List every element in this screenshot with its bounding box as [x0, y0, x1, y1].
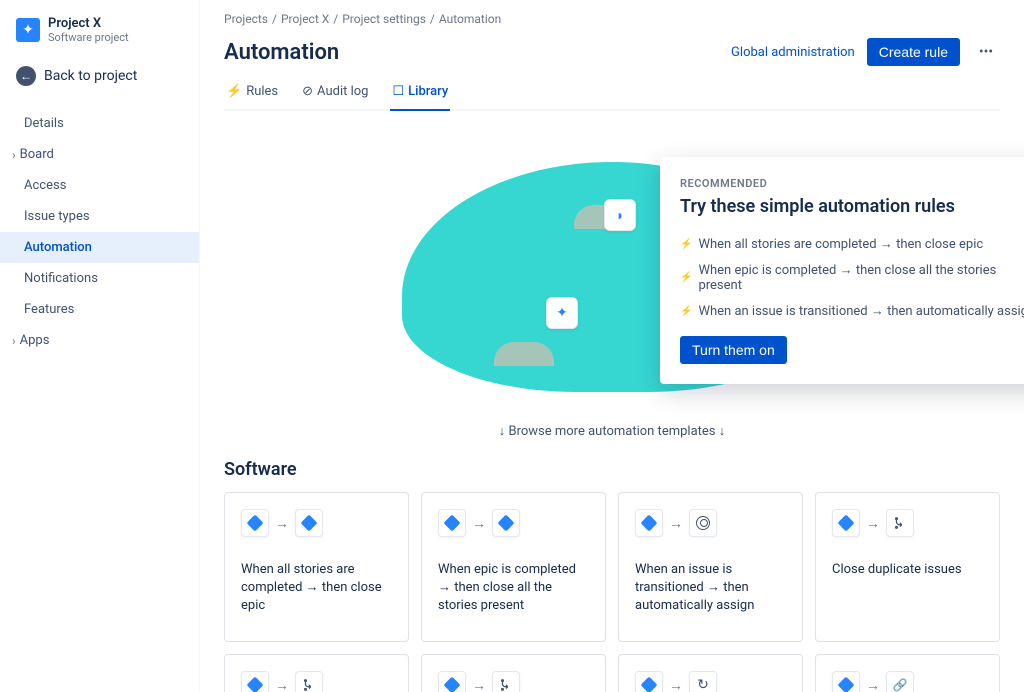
hero-rule-item: ⚡When epic is completed → then close all…	[680, 257, 1024, 298]
main: Projects/Project X/Project settings/Auto…	[200, 0, 1024, 692]
project-name: Project X	[48, 16, 129, 31]
audit-log-tab-icon: ⊘	[302, 84, 313, 99]
arrow-icon: →	[275, 677, 289, 692]
diamond-icon	[635, 509, 663, 537]
rules-tab-icon: ⚡	[226, 84, 242, 99]
back-label: Back to project	[44, 68, 137, 84]
template-card[interactable]: →🔗Link issues that are mentioned in the …	[815, 654, 1000, 692]
person-icon	[689, 509, 717, 537]
template-card[interactable]: →When parent is done → move all sub-task…	[421, 654, 606, 692]
project-type: Software project	[48, 31, 129, 44]
branch-icon	[492, 671, 520, 692]
nav-list: DetailsBoardAccessIssue typesAutomationN…	[0, 108, 199, 356]
diamond-icon	[241, 671, 269, 692]
diamond-icon	[492, 509, 520, 537]
lightning-icon: ⚡	[680, 239, 692, 250]
breadcrumb-item: Automation	[439, 12, 501, 26]
library-tab-icon: ☐	[392, 84, 404, 99]
hero-title: Try these simple automation rules	[680, 196, 1024, 217]
breadcrumb-item[interactable]: Project X	[281, 12, 329, 26]
page-title: Automation	[224, 40, 339, 65]
hero-rule-item: ⚡When an issue is transitioned → then au…	[680, 298, 1024, 324]
template-card[interactable]: →When all sub-tasks are done → move pare…	[224, 654, 409, 692]
project-header: ✦ Project X Software project	[0, 8, 199, 52]
sidebar-item-issue-types[interactable]: Issue types	[0, 201, 199, 232]
global-administration-link[interactable]: Global administration	[731, 45, 855, 60]
template-card-text: When an issue is transitioned → then aut…	[635, 561, 786, 616]
hero-card: RECOMMENDED Try these simple automation …	[660, 157, 1024, 384]
tab-library[interactable]: ☐Library	[390, 78, 450, 111]
diamond-icon	[241, 509, 269, 537]
refresh-icon: ↻	[689, 671, 717, 692]
branch-icon	[886, 509, 914, 537]
arrow-icon: →	[472, 677, 486, 692]
arrow-icon: →	[866, 515, 880, 532]
template-card[interactable]: → When all stories are completed → then c…	[224, 492, 409, 642]
diamond-icon	[635, 671, 663, 692]
hero-list: ⚡When all stories are completed → then c…	[680, 231, 1024, 324]
sidebar-item-features[interactable]: Features	[0, 294, 199, 325]
page-header: Automation Global administration Create …	[224, 38, 1000, 66]
section-title: Software	[224, 459, 1000, 480]
diamond-icon	[438, 509, 466, 537]
template-card[interactable]: → Close duplicate issues	[815, 492, 1000, 642]
arrow-icon: →	[275, 515, 289, 532]
back-to-project[interactable]: ← Back to project	[0, 52, 199, 100]
arrow-icon: →	[669, 677, 683, 692]
tab-audit-log[interactable]: ⊘Audit log	[300, 78, 370, 111]
tabs: ⚡Rules ⊘Audit log ☐Library	[224, 78, 1000, 111]
hero-label: RECOMMENDED	[680, 177, 1024, 190]
create-rule-button[interactable]: Create rule	[867, 38, 960, 66]
template-card-text: When all stories are completed → then cl…	[241, 561, 392, 616]
link-icon: 🔗	[886, 671, 914, 692]
arrow-icon: →	[669, 515, 683, 532]
back-arrow-icon: ←	[16, 66, 36, 86]
template-card[interactable]: → When epic is completed → then close all…	[421, 492, 606, 642]
lightning-icon: ✦	[546, 297, 578, 329]
diamond-icon	[832, 509, 860, 537]
arrow-icon: →	[866, 677, 880, 692]
breadcrumb: Projects/Project X/Project settings/Auto…	[224, 8, 1000, 30]
arrow-icon: →	[472, 515, 486, 532]
sidebar-item-notifications[interactable]: Notifications	[0, 263, 199, 294]
tab-rules[interactable]: ⚡Rules	[224, 78, 280, 111]
sidebar: ✦ Project X Software project ← Back to p…	[0, 0, 200, 692]
hero-rule-item: ⚡When all stories are completed → then c…	[680, 231, 1024, 257]
sidebar-item-apps[interactable]: Apps	[0, 325, 199, 356]
branch-icon	[295, 671, 323, 692]
diamond-icon	[438, 671, 466, 692]
browse-more-link[interactable]: ↓ Browse more automation templates ↓	[224, 423, 1000, 439]
more-menu-button[interactable]: •••	[972, 38, 1000, 66]
template-card[interactable]: →↻When issue is resolved → comment on re…	[618, 654, 803, 692]
sidebar-item-access[interactable]: Access	[0, 170, 199, 201]
turn-them-on-button[interactable]: Turn them on	[680, 336, 787, 364]
sidebar-item-board[interactable]: Board	[0, 139, 199, 170]
template-card[interactable]: → When an issue is transitioned → then au…	[618, 492, 803, 642]
hero-section: ◗ ✦ ◆ ▣ RECOMMENDED Try these simple aut…	[224, 127, 1000, 407]
project-icon: ✦	[16, 18, 40, 42]
template-grid: → When all stories are completed → then c…	[224, 492, 1000, 692]
template-card-text: Close duplicate issues	[832, 561, 983, 579]
breadcrumb-item[interactable]: Projects	[224, 12, 268, 26]
header-actions: Global administration Create rule •••	[731, 38, 1000, 66]
template-card-text: When epic is completed → then close all …	[438, 561, 589, 616]
flag-icon: ◗	[604, 199, 636, 231]
lightning-icon: ⚡	[680, 306, 692, 317]
lightning-icon: ⚡	[680, 272, 692, 283]
sidebar-item-automation[interactable]: Automation	[0, 232, 199, 263]
diamond-icon	[832, 671, 860, 692]
sidebar-item-details[interactable]: Details	[0, 108, 199, 139]
diamond-icon	[295, 509, 323, 537]
breadcrumb-item[interactable]: Project settings	[342, 12, 426, 26]
